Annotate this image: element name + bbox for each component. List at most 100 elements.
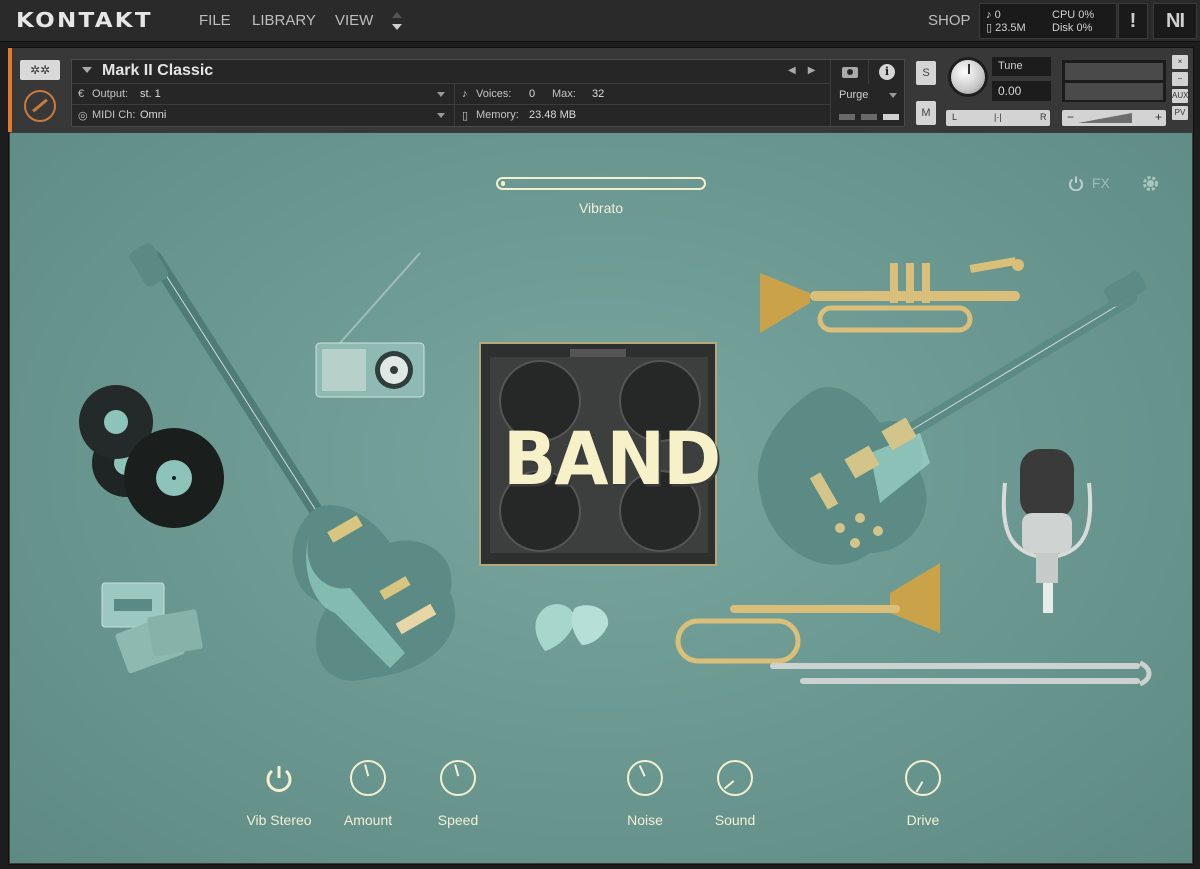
sound-label: Sound bbox=[714, 812, 756, 828]
sound-knob[interactable] bbox=[717, 760, 753, 796]
output-label: Output: bbox=[92, 88, 129, 100]
midi-icon: ◎ bbox=[78, 110, 88, 122]
output-icon: € bbox=[78, 88, 85, 100]
instrument-dropdown-icon[interactable] bbox=[82, 67, 92, 73]
pan-slider[interactable]: L |·| R bbox=[946, 110, 1050, 126]
voices-value: 0 bbox=[529, 88, 536, 100]
purge-menu[interactable]: Purge bbox=[839, 89, 868, 101]
instrument-name[interactable]: Mark II Classic bbox=[102, 62, 213, 80]
drive-knob[interactable] bbox=[905, 760, 941, 796]
tune-knob[interactable] bbox=[948, 57, 988, 97]
settings-cog-icon[interactable] bbox=[1142, 175, 1159, 192]
settings-gear-button[interactable]: ✲✲ bbox=[20, 60, 60, 80]
fx-label[interactable]: FX bbox=[1092, 175, 1110, 191]
knob-indicator bbox=[454, 764, 460, 777]
noise-knob[interactable] bbox=[627, 760, 663, 796]
volume-level-wedge bbox=[1078, 113, 1132, 123]
noise-label: Noise bbox=[627, 812, 663, 828]
trumpet-image bbox=[760, 257, 1024, 333]
purge-dropdown-icon[interactable] bbox=[889, 93, 897, 98]
vibrato-label: Vibrato bbox=[578, 200, 624, 216]
knob-indicator bbox=[723, 780, 735, 790]
amount-knob[interactable] bbox=[350, 760, 386, 796]
instrument-name-row: Mark II Classic ◀▶ bbox=[72, 60, 830, 84]
pan-center-icon: |·| bbox=[994, 112, 1002, 122]
solo-button[interactable]: S bbox=[916, 61, 936, 85]
mute-button[interactable]: M bbox=[916, 101, 936, 125]
output-dropdown-icon[interactable] bbox=[437, 92, 445, 97]
vinyl-records-image bbox=[79, 385, 224, 528]
max-voices-value[interactable]: 32 bbox=[592, 88, 604, 100]
max-voices-label: Max: bbox=[552, 88, 576, 100]
purge-bar bbox=[839, 114, 855, 120]
level-meters bbox=[1061, 59, 1167, 103]
memory-label: Memory: bbox=[476, 109, 519, 121]
pan-right-label: R bbox=[1040, 112, 1047, 122]
snapshot-nav-arrows[interactable]: ◀▶ bbox=[788, 65, 827, 76]
speed-label: Speed bbox=[437, 812, 479, 828]
radio-image bbox=[315, 252, 425, 398]
close-instrument-button[interactable]: × bbox=[1172, 55, 1188, 69]
ni-logo-button[interactable]: NI bbox=[1153, 3, 1197, 39]
info-button[interactable]: i bbox=[868, 60, 906, 84]
volume-slider[interactable]: − + bbox=[1062, 110, 1166, 126]
guitar-picks-image bbox=[535, 604, 609, 651]
disk-label: Disk bbox=[1052, 22, 1074, 34]
microphone-image bbox=[1001, 449, 1093, 613]
pan-left-label: L bbox=[952, 112, 958, 122]
memory-icon: ▯ bbox=[462, 110, 469, 122]
minimize-instrument-button[interactable]: − bbox=[1172, 72, 1188, 86]
tune-value[interactable]: 0.00 bbox=[992, 81, 1051, 101]
memory-icon: ▯ bbox=[986, 22, 993, 34]
top-bar: KONTAKT FILE LIBRARY VIEW SHOP ♪ 0 ▯ 23.… bbox=[0, 0, 1200, 42]
volume-minus-icon[interactable]: − bbox=[1067, 110, 1074, 124]
menu-file[interactable]: FILE bbox=[199, 12, 231, 29]
fx-power-icon[interactable] bbox=[1068, 175, 1084, 191]
purge-bar bbox=[861, 114, 877, 120]
vib-stereo-power-icon[interactable] bbox=[261, 762, 297, 796]
midi-channel-label: MIDI Ch: bbox=[92, 109, 136, 121]
meter-right bbox=[1065, 83, 1163, 100]
menu-library[interactable]: LIBRARY bbox=[252, 12, 316, 29]
view-arrows-icon[interactable] bbox=[390, 9, 404, 33]
pv-button[interactable]: PV bbox=[1172, 106, 1188, 120]
meter-left bbox=[1065, 63, 1163, 80]
output-value[interactable]: st. 1 bbox=[140, 88, 161, 100]
instrument-logo-icon[interactable] bbox=[24, 90, 56, 122]
purge-area: Purge bbox=[830, 84, 906, 128]
cassettes-image bbox=[101, 582, 203, 674]
snapshot-camera-icon[interactable] bbox=[830, 60, 868, 84]
performance-stats: ♪ 0 ▯ 23.5M CPU 0% Disk 0% bbox=[979, 3, 1117, 39]
tune-label: Tune bbox=[992, 57, 1051, 76]
memory-usage: 23.5M bbox=[995, 22, 1026, 34]
vib-stereo-label: Vib Stereo bbox=[246, 812, 312, 828]
disk-value: 0% bbox=[1076, 22, 1093, 34]
voices-icon: ♪ bbox=[986, 9, 992, 21]
knob-indicator bbox=[915, 781, 924, 793]
shop-button[interactable]: SHOP bbox=[928, 12, 971, 29]
knob-indicator bbox=[364, 764, 370, 777]
warning-button[interactable]: ! bbox=[1118, 3, 1148, 39]
cpu-value: 0% bbox=[1078, 9, 1095, 21]
speed-knob[interactable] bbox=[440, 760, 476, 796]
info-icon: i bbox=[879, 64, 895, 80]
vibrato-slider[interactable] bbox=[496, 177, 706, 190]
voices-icon: ♪ bbox=[462, 88, 468, 100]
cpu-label: CPU bbox=[1052, 9, 1076, 21]
purge-bar bbox=[883, 114, 899, 120]
volume-plus-icon[interactable]: + bbox=[1155, 110, 1162, 124]
instrument-accent-bar bbox=[8, 48, 12, 132]
menu-view[interactable]: VIEW bbox=[335, 12, 373, 29]
band-title: BAND bbox=[503, 415, 721, 503]
memory-value: 23.48 MB bbox=[529, 109, 577, 121]
midi-dropdown-icon[interactable] bbox=[437, 113, 445, 118]
voices-label: Voices: bbox=[476, 88, 512, 100]
drive-label: Drive bbox=[906, 812, 940, 828]
amount-label: Amount bbox=[343, 812, 393, 828]
knob-indicator bbox=[638, 764, 646, 777]
midi-channel-value[interactable]: Omni bbox=[140, 109, 166, 121]
trombone-image bbox=[675, 563, 1152, 687]
performance-panel: BAND bbox=[10, 133, 1192, 863]
aux-button[interactable]: AUX bbox=[1172, 89, 1188, 103]
instrument-info-box: Mark II Classic ◀▶ i € Output: st. 1 ♪ V… bbox=[71, 59, 906, 128]
